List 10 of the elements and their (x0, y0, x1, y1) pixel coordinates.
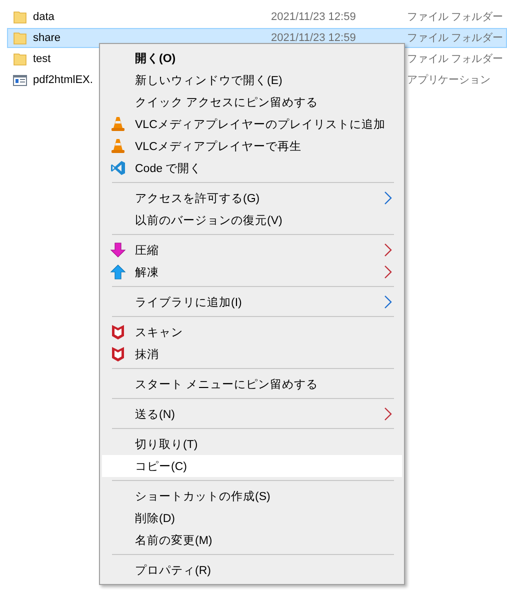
file-type: アプリケーション (407, 73, 490, 87)
file-type: ファイル フォルダー (407, 10, 503, 24)
file-name: data (33, 11, 54, 23)
file-type: ファイル フォルダー (407, 31, 503, 45)
file-name: pdf2htmlEX. (33, 74, 93, 86)
file-type: ファイル フォルダー (407, 52, 503, 66)
file-name: test (33, 53, 51, 65)
file-name: share (33, 32, 61, 44)
modified-date: 2021/11/23 12:59 (271, 32, 356, 44)
modified-date: 2021/11/23 12:59 (271, 11, 356, 23)
